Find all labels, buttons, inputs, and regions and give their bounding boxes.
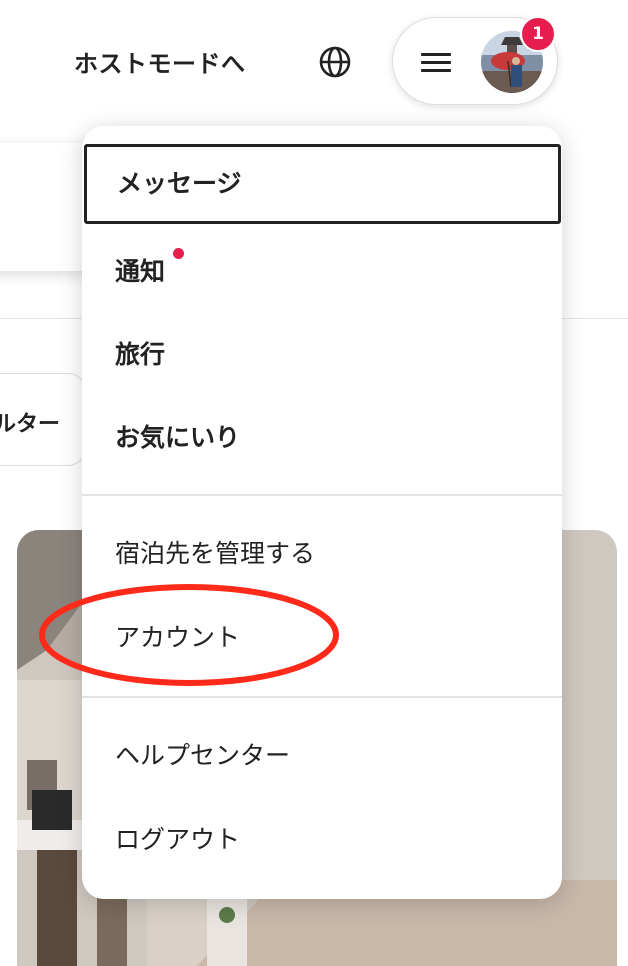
menu-item-notifications-label: 通知: [115, 257, 166, 286]
menu-item-manage-listings[interactable]: 宿泊先を管理する: [82, 534, 562, 574]
menu-divider: [82, 494, 562, 496]
menu-item-logout[interactable]: ログアウト: [82, 820, 562, 860]
hamburger-menu-icon: [421, 53, 451, 73]
account-dropdown-menu: メッセージ 通知 旅行 お気にいり 宿泊先を管理する アカウント ヘルプセンター…: [82, 126, 562, 899]
globe-icon-graphic: [319, 46, 351, 78]
notification-dot: [173, 248, 184, 259]
annotation-ellipse: [39, 584, 339, 686]
menu-item-notifications[interactable]: 通知: [82, 252, 562, 292]
page: ルター ホストモードへ 1 メッセージ 通知 旅行 お気にいり 宿泊先を管理する…: [0, 0, 628, 966]
notification-count-badge: 1: [520, 16, 556, 52]
menu-item-trips[interactable]: 旅行: [82, 335, 562, 375]
menu-item-wishlists[interactable]: お気にいり: [82, 418, 562, 458]
filter-button-label: ルター: [0, 412, 61, 437]
globe-icon[interactable]: [318, 45, 352, 79]
host-mode-link[interactable]: ホストモードへ: [74, 44, 246, 79]
menu-divider: [82, 696, 562, 698]
menu-item-help-center[interactable]: ヘルプセンター: [82, 736, 562, 776]
menu-item-messages[interactable]: メッセージ: [84, 144, 561, 224]
